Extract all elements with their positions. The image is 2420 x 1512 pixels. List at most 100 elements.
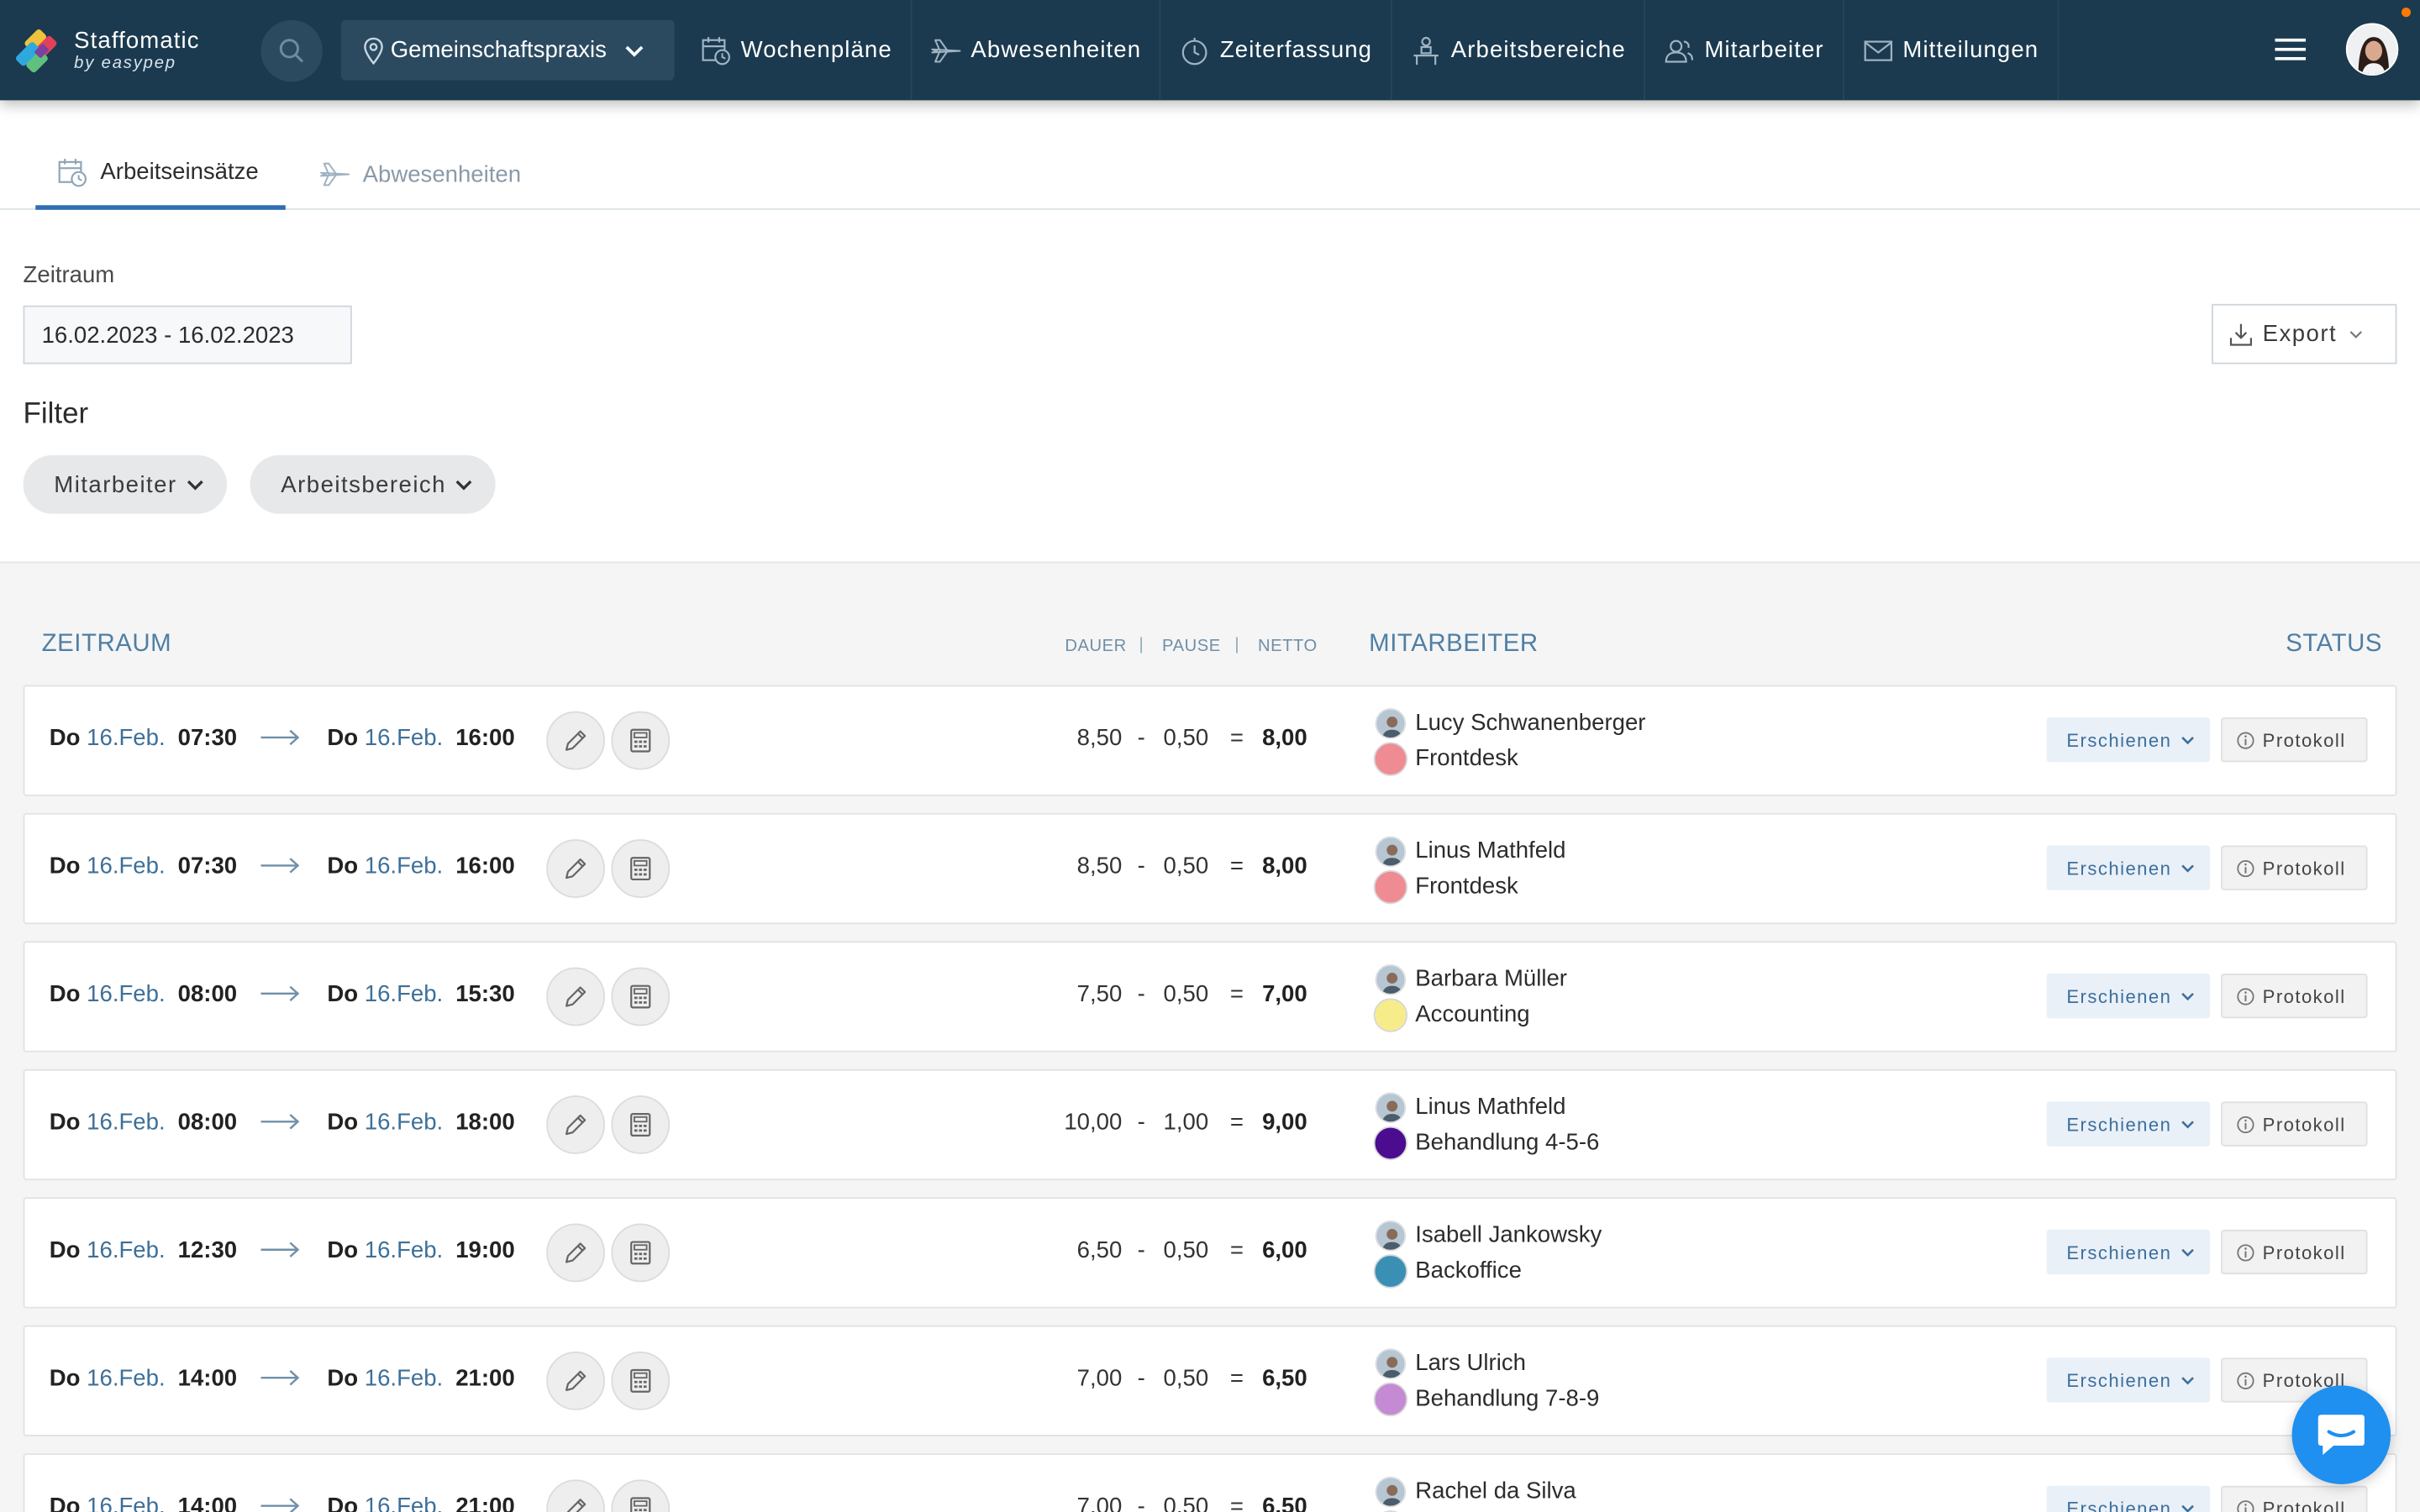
edit-button[interactable]	[546, 839, 606, 898]
area-name: Accounting	[1415, 1001, 1530, 1028]
calculator-button[interactable]	[611, 1479, 671, 1512]
employee-info: Isabell Jankowsky Backoffice	[1373, 1217, 1602, 1288]
status-dropdown[interactable]: Erschienen	[2046, 1485, 2211, 1512]
date-range-input[interactable]	[23, 305, 352, 365]
arrow-right-icon	[260, 1370, 300, 1386]
end-date: 16.Feb.	[364, 981, 444, 1008]
employee-name: Lars Ulrich	[1415, 1350, 1526, 1377]
netto-value: 8,00	[1262, 853, 1307, 879]
nav-label: Mitarbeiter	[1704, 37, 1824, 64]
hamburger-menu-icon[interactable]	[2275, 37, 2307, 61]
employee-line[interactable]: Lars Ulrich	[1375, 1346, 1600, 1381]
download-icon	[2229, 323, 2252, 345]
netto-value: 8,00	[1262, 725, 1307, 752]
area-name: Frontdesk	[1415, 745, 1518, 772]
area-color-dot	[1373, 869, 1408, 904]
protokoll-label: Protokoll	[2262, 1113, 2346, 1135]
employee-line[interactable]: Lucy Schwanenberger	[1375, 705, 1645, 740]
user-avatar[interactable]	[2345, 23, 2399, 76]
protokoll-button[interactable]: Protokoll	[2221, 1485, 2368, 1512]
brand[interactable]: Staffomatic by easypep	[15, 25, 231, 75]
protokoll-button[interactable]: Protokoll	[2221, 845, 2368, 890]
minus-sign: -	[1137, 1365, 1145, 1392]
employee-line[interactable]: Linus Mathfeld	[1375, 833, 1566, 869]
edit-button[interactable]	[546, 967, 606, 1026]
status-dropdown[interactable]: Erschienen	[2046, 845, 2211, 890]
nav-wochenplaene[interactable]: Wochenpläne	[682, 0, 913, 101]
calculator-button[interactable]	[611, 1351, 671, 1410]
chat-support-button[interactable]	[2291, 1385, 2391, 1484]
column-pause: PAUSE	[1162, 637, 1221, 656]
calculator-icon	[630, 728, 651, 753]
status-dropdown[interactable]: Erschienen	[2046, 1357, 2211, 1403]
filter-title: Filter	[23, 397, 89, 431]
calculator-icon	[630, 1368, 651, 1393]
end-time: 15:30	[455, 981, 515, 1008]
edit-button[interactable]	[546, 1223, 606, 1283]
calculator-button[interactable]	[611, 711, 671, 770]
protokoll-button[interactable]: Protokoll	[2221, 1229, 2368, 1275]
pause-value: 0,50	[1163, 853, 1209, 879]
tab-arbeitseinsaetze[interactable]: Arbeitseinsätze	[35, 139, 286, 210]
employee-avatar	[1375, 835, 1407, 867]
calendar-clock-icon	[702, 36, 730, 65]
edit-button[interactable]	[546, 711, 606, 770]
employee-info: Rachel da Silva	[1373, 1473, 1576, 1512]
minus-sign: -	[1137, 1109, 1145, 1136]
export-button[interactable]: Export	[2212, 303, 2397, 365]
edit-button[interactable]	[546, 1095, 606, 1154]
search-button[interactable]	[260, 18, 323, 81]
calculator-button[interactable]	[611, 1095, 671, 1154]
start-day: Do	[49, 1493, 81, 1512]
nav-arbeitsbereiche[interactable]: Arbeitsbereiche	[1392, 0, 1646, 101]
status-dropdown[interactable]: Erschienen	[2046, 1101, 2211, 1147]
mitarbeiter-filter-button[interactable]: Mitarbeiter	[23, 454, 227, 514]
calculator-button[interactable]	[611, 967, 671, 1026]
start-time: 14:00	[177, 1365, 238, 1392]
brand-subtitle: by easypep	[74, 53, 176, 72]
dauer-value: 6,50	[1076, 1237, 1123, 1264]
calculator-button[interactable]	[611, 1223, 671, 1283]
start-date: 16.Feb.	[87, 1237, 166, 1264]
employee-line[interactable]: Barbara Müller	[1375, 961, 1567, 996]
column-separator: |	[1234, 635, 1239, 654]
nav-mitarbeiter[interactable]: Mitarbeiter	[1646, 0, 1844, 101]
pencil-icon	[565, 1242, 587, 1263]
employee-info: Lars Ulrich Behandlung 7-8-9	[1373, 1346, 1600, 1416]
protokoll-label: Protokoll	[2262, 1241, 2346, 1263]
location-selector[interactable]: Gemeinschaftspraxis	[340, 19, 675, 81]
chevron-down-icon	[2181, 864, 2194, 872]
edit-button[interactable]	[546, 1351, 606, 1410]
pencil-icon	[565, 986, 587, 1007]
status-dropdown[interactable]: Erschienen	[2046, 717, 2211, 763]
nav-abwesenheiten[interactable]: Abwesenheiten	[913, 0, 1162, 101]
employee-info: Linus Mathfeld Frontdesk	[1373, 833, 1566, 904]
arrow-right-icon	[260, 1242, 300, 1257]
nav-zeiterfassung[interactable]: Zeiterfassung	[1161, 0, 1392, 101]
edit-button[interactable]	[546, 1479, 606, 1512]
nav-mitteilungen[interactable]: Mitteilungen	[1844, 0, 2060, 101]
chevron-down-icon	[2181, 736, 2194, 744]
end-date: 16.Feb.	[364, 1237, 444, 1264]
status-dropdown[interactable]: Erschienen	[2046, 1229, 2211, 1275]
employee-name: Rachel da Silva	[1415, 1478, 1576, 1504]
employee-line[interactable]: Linus Mathfeld	[1375, 1089, 1600, 1125]
equals-sign: =	[1229, 1109, 1244, 1136]
employee-line[interactable]: Isabell Jankowsky	[1375, 1217, 1602, 1252]
netto-value: 6,00	[1262, 1237, 1307, 1264]
status-dropdown[interactable]: Erschienen	[2046, 973, 2211, 1019]
calculator-button[interactable]	[611, 839, 671, 898]
tab-abwesenheiten[interactable]: Abwesenheiten	[319, 139, 521, 209]
protokoll-button[interactable]: Protokoll	[2221, 717, 2368, 763]
area-color-dot	[1373, 1253, 1408, 1288]
employee-line[interactable]: Rachel da Silva	[1375, 1473, 1576, 1509]
protokoll-button[interactable]: Protokoll	[2221, 1101, 2368, 1147]
start-day: Do	[49, 1237, 81, 1264]
nav-label: Arbeitsbereiche	[1450, 37, 1626, 64]
arbeitsbereich-filter-button[interactable]: Arbeitsbereich	[250, 454, 496, 514]
employee-name: Linus Mathfeld	[1415, 837, 1566, 864]
status-label: Erschienen	[2066, 857, 2172, 879]
employee-info: Barbara Müller Accounting	[1373, 961, 1567, 1032]
protokoll-button[interactable]: Protokoll	[2221, 973, 2368, 1019]
info-icon	[2237, 859, 2254, 877]
